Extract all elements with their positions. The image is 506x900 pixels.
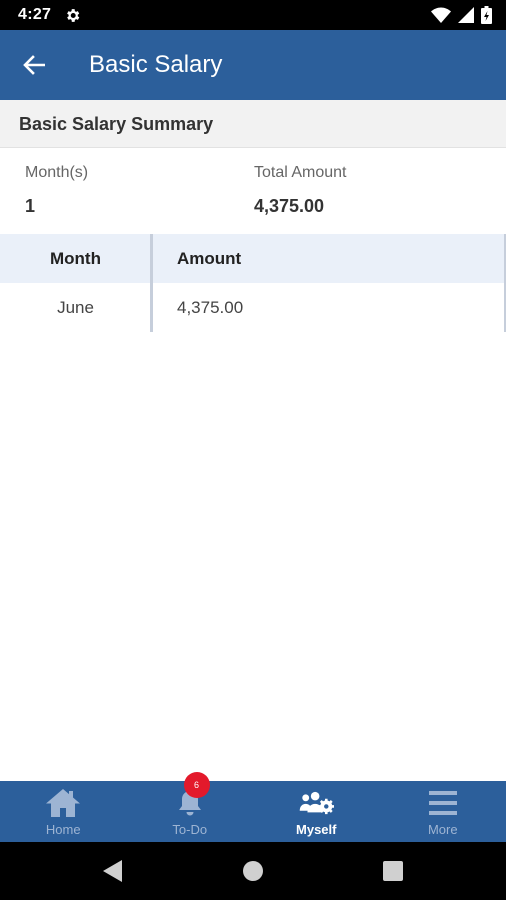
- nav-label-todo: To-Do: [172, 822, 208, 837]
- cell-month: June: [57, 297, 94, 317]
- square-recents-icon: [383, 861, 403, 881]
- table-row: June 4,375.00: [0, 283, 506, 332]
- nav-label-more: More: [427, 822, 458, 837]
- circle-home-icon: [243, 861, 263, 881]
- status-icons: [431, 6, 492, 24]
- status-bar: 4:27: [0, 0, 506, 30]
- menu-icon: [425, 787, 461, 819]
- wifi-icon: [431, 7, 451, 23]
- users-gear-icon: [298, 787, 335, 819]
- nav-label-home: Home: [45, 822, 81, 837]
- home-icon: [45, 787, 81, 819]
- arrow-left-icon: [23, 55, 45, 75]
- system-recents-button[interactable]: [381, 859, 405, 883]
- page-title: Basic Salary: [89, 51, 223, 78]
- battery-icon: [481, 6, 492, 24]
- summary-values: Month(s) 1 Total Amount 4,375.00: [0, 148, 506, 234]
- settings-gear-icon: [67, 9, 80, 22]
- system-home-button[interactable]: [241, 859, 265, 883]
- todo-badge: 6: [183, 772, 210, 798]
- status-time: 4:27: [18, 6, 52, 23]
- nav-item-myself[interactable]: Myself: [253, 781, 380, 842]
- column-header-month: Month: [50, 248, 101, 268]
- nav-item-more[interactable]: More: [380, 781, 506, 842]
- column-header-amount: Amount: [177, 248, 242, 268]
- summary-heading: Basic Salary Summary: [19, 114, 214, 134]
- months-label: Month(s): [25, 164, 89, 181]
- signal-icon: [458, 7, 474, 23]
- total-amount-label: Total Amount: [254, 164, 347, 181]
- back-button[interactable]: [16, 47, 52, 83]
- cell-amount: 4,375.00: [177, 297, 244, 317]
- table-header-row: Month Amount: [0, 234, 506, 283]
- system-back-button[interactable]: [100, 859, 124, 883]
- system-navigation-bar: [0, 842, 506, 900]
- nav-item-home[interactable]: Home: [0, 781, 127, 842]
- nav-item-todo[interactable]: 6 To-Do: [127, 772, 254, 842]
- nav-label-myself: Myself: [296, 822, 337, 837]
- salary-table: Month Amount June 4,375.00: [0, 234, 506, 332]
- total-amount-value: 4,375.00: [254, 196, 325, 216]
- summary-section-header: Basic Salary Summary: [0, 100, 506, 148]
- triangle-back-icon: [103, 860, 122, 882]
- months-value: 1: [25, 196, 36, 216]
- bottom-navigation: Home 6 To-Do Myself More: [0, 772, 506, 842]
- column-divider: [150, 234, 153, 332]
- app-bar: Basic Salary: [0, 30, 506, 100]
